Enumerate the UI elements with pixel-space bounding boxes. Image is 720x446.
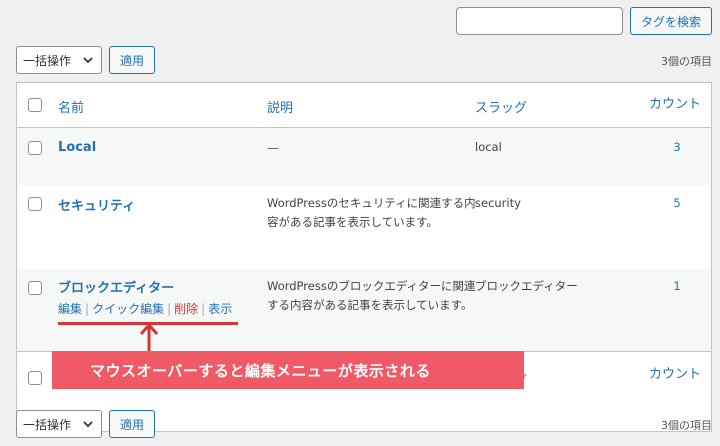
search-tags-button[interactable]: タグを検索 — [630, 7, 712, 35]
edit-action-link[interactable]: 編集 — [58, 302, 82, 316]
row-checkbox[interactable] — [28, 141, 42, 155]
tag-search-input[interactable] — [456, 7, 623, 35]
column-footer-count[interactable]: カウント — [649, 363, 701, 382]
quick-edit-action-link[interactable]: クイック編集 — [92, 302, 164, 316]
apply-button-bottom[interactable]: 適用 — [109, 410, 155, 438]
row-checkbox[interactable] — [28, 281, 42, 295]
tag-count-link[interactable]: 5 — [662, 196, 692, 210]
tag-slug: security — [475, 196, 521, 210]
tag-count-link[interactable]: 1 — [662, 279, 692, 293]
tag-slug: local — [475, 140, 502, 154]
tag-name-link[interactable]: セキュリティ — [58, 195, 135, 214]
annotation-banner: マウスオーバーすると編集メニューが表示される — [52, 351, 524, 389]
tag-count-link[interactable]: 3 — [662, 140, 692, 154]
tag-slug: ブロックエディター — [475, 279, 578, 293]
tag-name-link[interactable]: ブロックエディター — [58, 277, 174, 296]
chevron-down-icon — [83, 421, 93, 428]
bulk-actions-label: 一括操作 — [23, 417, 72, 432]
bulk-actions-select-bottom[interactable]: 一括操作 — [16, 410, 102, 438]
action-separator: | — [85, 302, 90, 316]
tag-description: WordPressのセキュリティに関連する内容がある記事を表示しています。 — [267, 196, 476, 229]
bulk-actions-label: 一括操作 — [23, 53, 72, 68]
action-separator: | — [201, 302, 206, 316]
column-header-slug[interactable]: スラッグ — [475, 97, 527, 116]
arrow-up-icon — [139, 322, 159, 352]
tag-name-link[interactable]: Local — [58, 140, 96, 155]
chevron-down-icon — [83, 57, 93, 64]
tag-description: WordPressのブロックエディターに関連する内容がある記事を表示しています。 — [267, 279, 476, 312]
select-all-checkbox[interactable] — [28, 98, 42, 112]
column-header-count[interactable]: カウント — [649, 93, 701, 112]
apply-button[interactable]: 適用 — [109, 46, 155, 74]
row-checkbox[interactable] — [28, 197, 42, 211]
column-header-description[interactable]: 説明 — [267, 97, 293, 116]
item-count-bottom: 3個の項目 — [661, 419, 712, 432]
item-count: 3個の項目 — [661, 55, 712, 68]
action-separator: | — [167, 302, 172, 316]
row-actions: 編集 | クイック編集 | 削除 | 表示 — [58, 300, 232, 317]
bulk-actions-select[interactable]: 一括操作 — [16, 46, 102, 74]
delete-action-link[interactable]: 削除 — [174, 302, 198, 316]
view-action-link[interactable]: 表示 — [208, 302, 232, 316]
select-all-checkbox-footer[interactable] — [28, 371, 42, 385]
column-header-name[interactable]: 名前 — [58, 97, 84, 116]
tag-description: — — [267, 141, 279, 155]
